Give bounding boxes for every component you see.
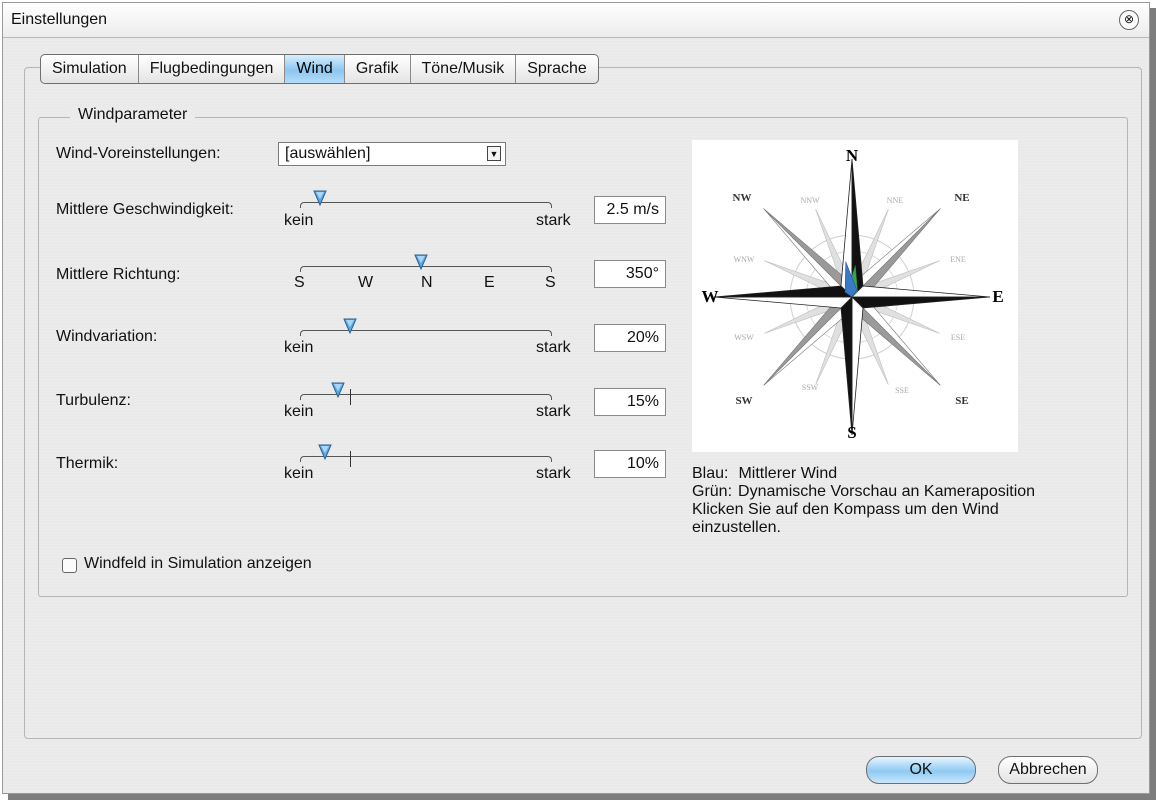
- turbulence-max-label: stark: [536, 403, 571, 420]
- tab-sprache[interactable]: Sprache: [515, 55, 598, 83]
- slider-track: [300, 330, 552, 336]
- compass-label-se: SE: [955, 395, 968, 407]
- compass-label-wnw: WNW: [734, 255, 755, 264]
- direction-label: Mittlere Richtung:: [56, 266, 181, 283]
- direction-tick-w: W: [358, 274, 374, 291]
- legend-hint-line2: einzustellen.: [692, 519, 781, 536]
- compass-label-ene: ENE: [950, 255, 966, 264]
- compass-label-ssw: SSW: [802, 383, 819, 392]
- wind-compass[interactable]: N S W E NW NE SW SE NNW NNE ENE ESE SSE …: [692, 140, 1018, 452]
- thermal-value-field[interactable]: 10%: [594, 450, 666, 478]
- presets-value: [auswählen]: [285, 145, 371, 162]
- slider-thumb-icon[interactable]: [343, 318, 357, 335]
- turbulence-slider[interactable]: [300, 380, 552, 420]
- title-bar: Einstellungen ⊗: [3, 3, 1149, 38]
- dropdown-arrow-icon[interactable]: ▼: [487, 146, 501, 161]
- speed-slider[interactable]: [300, 188, 552, 228]
- legend-green: Grün: Dynamische Vorschau an Kamerapositi…: [692, 483, 1035, 501]
- variation-max-label: stark: [536, 339, 571, 356]
- compass-label-wsw: WSW: [734, 333, 754, 342]
- slider-marker: [350, 451, 351, 467]
- slider-thumb-icon[interactable]: [331, 382, 345, 399]
- variation-slider[interactable]: [300, 316, 552, 356]
- slider-thumb-icon[interactable]: [414, 254, 428, 271]
- compass-label-sse: SSE: [895, 386, 909, 395]
- direction-tick-s1: S: [294, 274, 305, 291]
- slider-thumb-icon[interactable]: [318, 444, 332, 461]
- speed-min-label: kein: [284, 212, 314, 229]
- compass-rose-icon[interactable]: N S W E NW NE SW SE NNW NNE ENE ESE SSE …: [692, 140, 1018, 452]
- legend-green-text: Dynamische Vorschau an Kameraposition: [738, 483, 1036, 500]
- tab-toene-musik[interactable]: Töne/Musik: [409, 55, 516, 83]
- slider-marker: [350, 389, 351, 405]
- compass-label-e: E: [992, 287, 1003, 306]
- show-windfield-checkbox[interactable]: [62, 558, 77, 573]
- thermal-min-label: kein: [284, 465, 314, 482]
- compass-label-nne: NNE: [887, 196, 904, 205]
- group-title: Windparameter: [70, 106, 196, 124]
- legend-blue-key: Blau:: [692, 465, 729, 482]
- close-icon[interactable]: ⊗: [1119, 10, 1139, 30]
- variation-value-field[interactable]: 20%: [594, 324, 666, 352]
- window-title: Einstellungen: [11, 11, 108, 28]
- variation-label: Windvariation:: [56, 328, 158, 345]
- tab-wind[interactable]: Wind: [284, 55, 344, 83]
- direction-tick-s2: S: [545, 274, 556, 291]
- legend-hint-line1: Klicken Sie auf den Kompass um den Wind: [692, 501, 999, 518]
- direction-tick-n: N: [421, 274, 433, 291]
- compass-label-nw: NW: [733, 192, 752, 204]
- speed-label: Mittlere Geschwindigkeit:: [56, 201, 234, 218]
- compass-label-w: W: [702, 287, 719, 306]
- cancel-button[interactable]: Abbrechen: [998, 756, 1098, 784]
- legend-blue: Blau: Mittlerer Wind: [692, 465, 837, 483]
- slider-track: [300, 202, 552, 208]
- presets-label: Wind-Voreinstellungen:: [56, 145, 221, 162]
- turbulence-value-field[interactable]: 15%: [594, 388, 666, 416]
- tab-simulation[interactable]: Simulation: [41, 55, 138, 83]
- compass-label-n: N: [846, 146, 859, 165]
- ok-button[interactable]: OK: [866, 756, 976, 784]
- thermal-label: Thermik:: [56, 455, 119, 472]
- turbulence-min-label: kein: [284, 403, 314, 420]
- thermal-max-label: stark: [536, 465, 571, 482]
- tab-grafik[interactable]: Grafik: [343, 55, 410, 83]
- compass-label-s: S: [847, 423, 856, 442]
- speed-value-field[interactable]: 2.5 m/s: [594, 196, 666, 224]
- slider-thumb-icon[interactable]: [313, 190, 327, 207]
- thermal-slider[interactable]: [300, 442, 552, 482]
- compass-label-sw: SW: [735, 395, 752, 407]
- tab-bar: Simulation Flugbedingungen Wind Grafik T…: [40, 54, 599, 84]
- show-windfield-label: Windfeld in Simulation anzeigen: [84, 555, 312, 572]
- variation-min-label: kein: [284, 339, 314, 356]
- compass-label-ne: NE: [954, 192, 969, 204]
- legend-blue-text: Mittlerer Wind: [738, 465, 838, 482]
- turbulence-label: Turbulenz:: [56, 392, 131, 409]
- slider-track: [300, 456, 552, 462]
- presets-dropdown[interactable]: [auswählen] ▼: [278, 142, 506, 166]
- speed-max-label: stark: [536, 212, 571, 229]
- compass-label-ese: ESE: [951, 333, 965, 342]
- tab-flugbedingungen[interactable]: Flugbedingungen: [137, 55, 285, 83]
- legend-green-key: Grün:: [692, 483, 733, 500]
- direction-tick-e: E: [484, 274, 495, 291]
- direction-value-field[interactable]: 350°: [594, 260, 666, 288]
- compass-label-nnw: NNW: [800, 196, 820, 205]
